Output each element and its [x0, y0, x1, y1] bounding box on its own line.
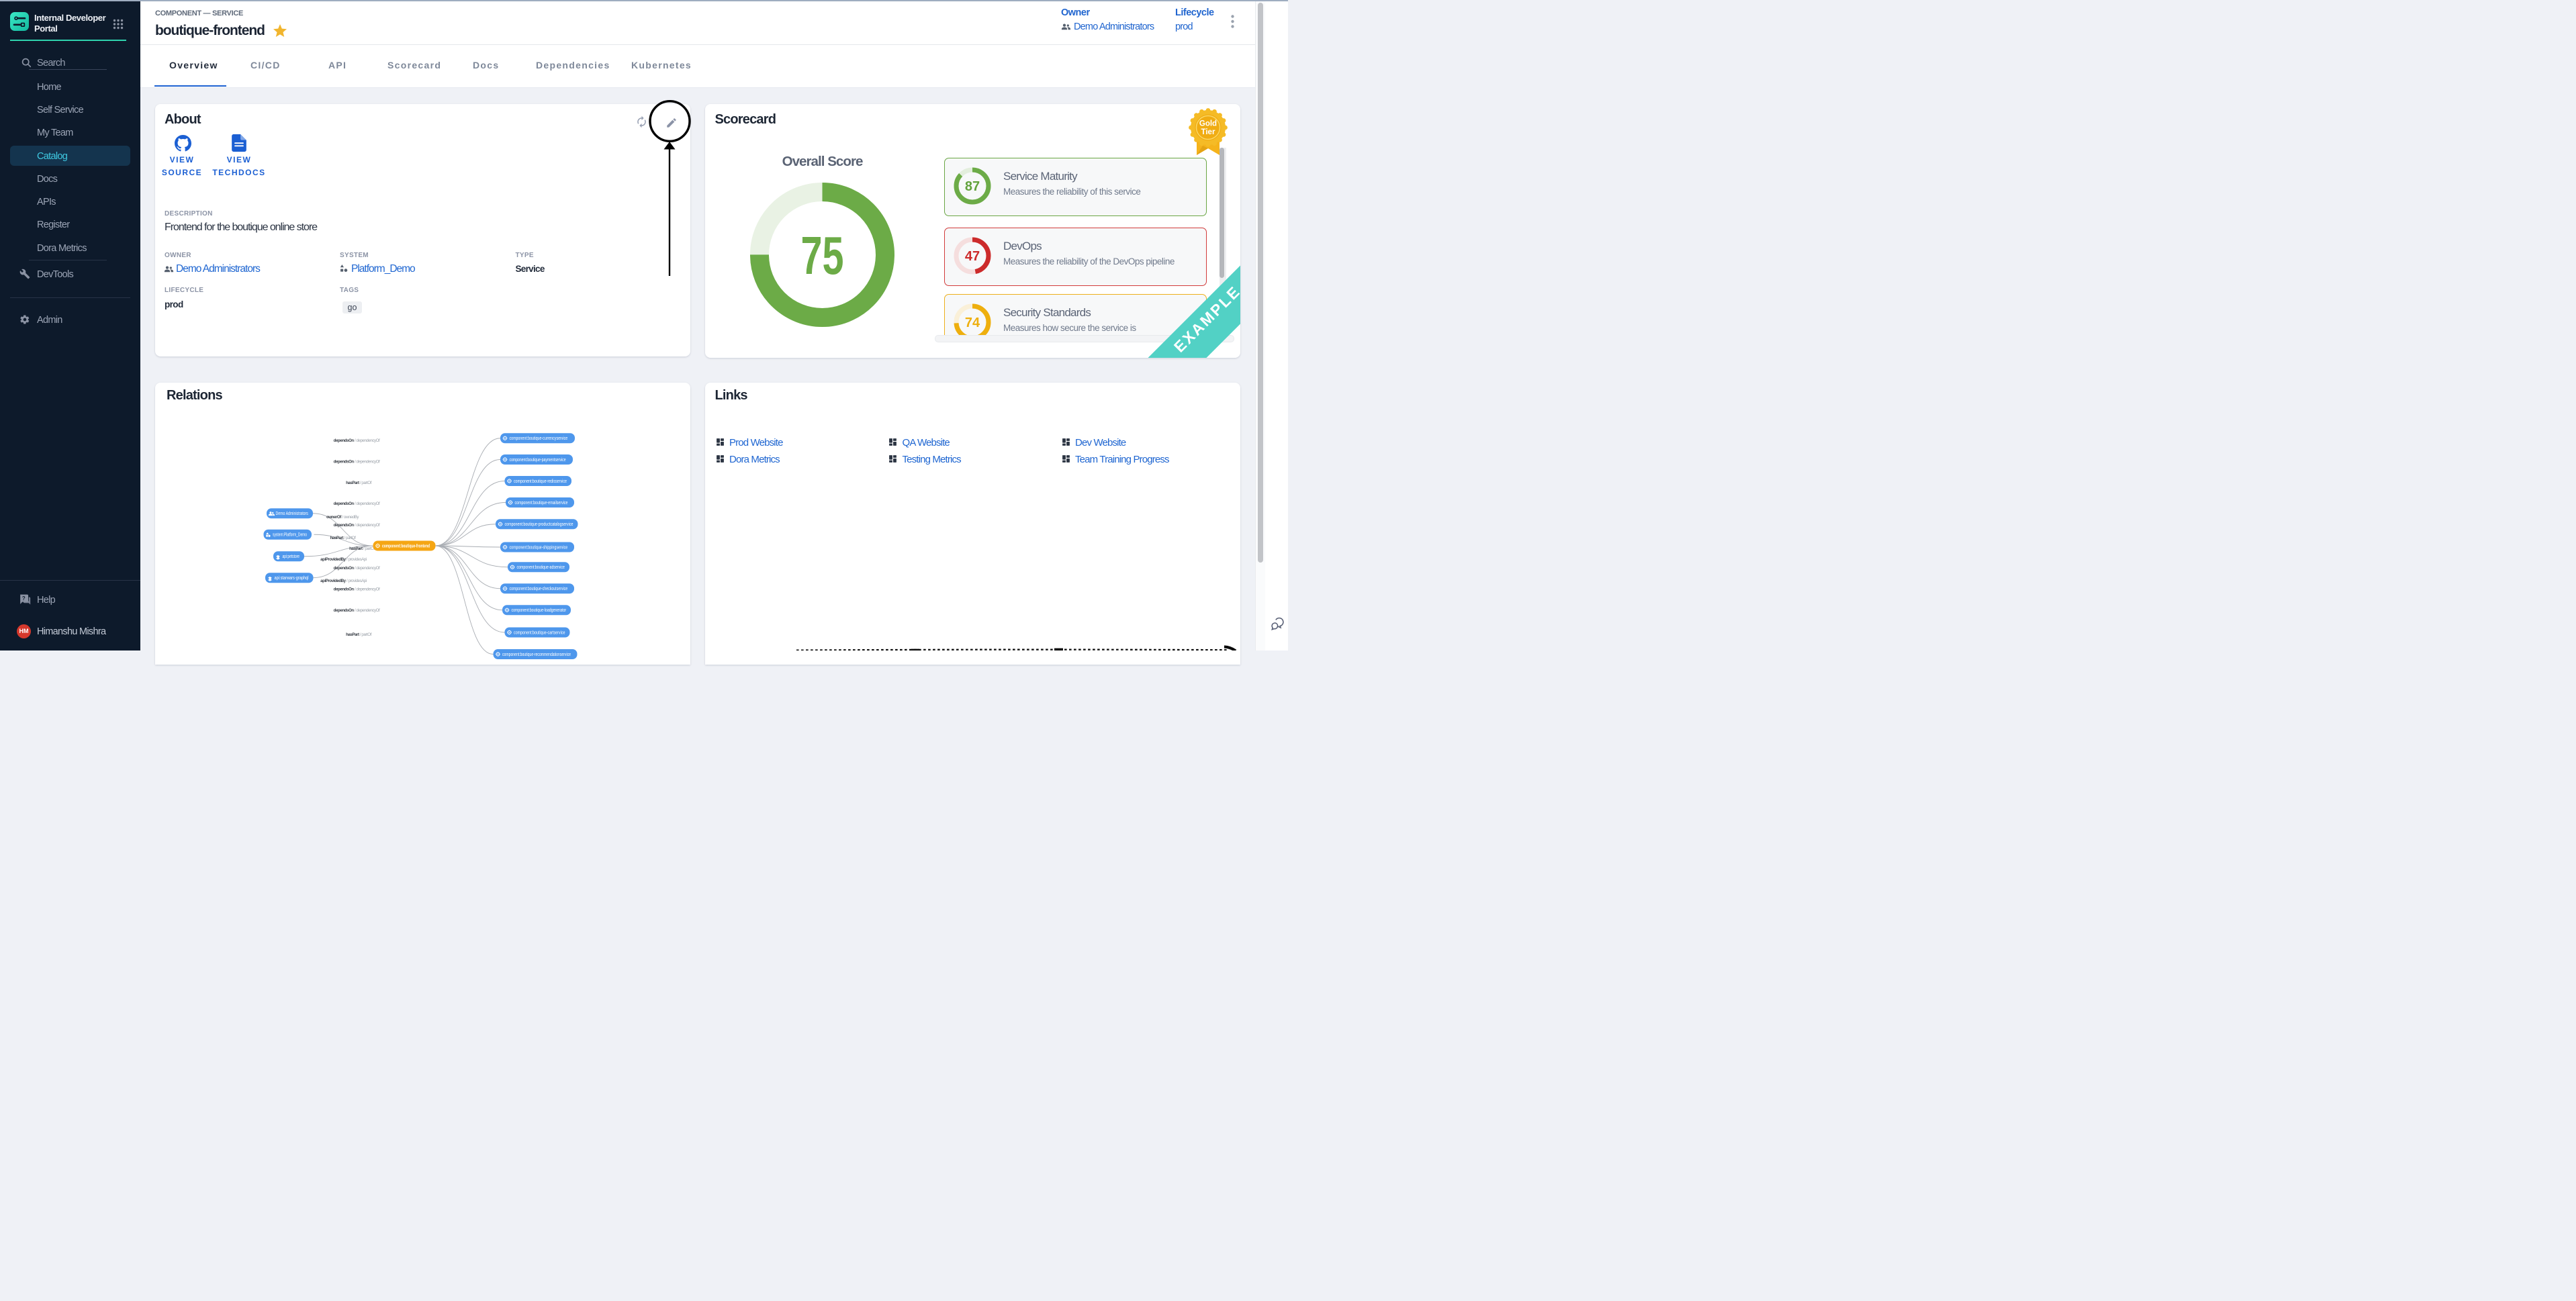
svg-text:hasPart / partOf: hasPart / partOf	[346, 632, 372, 637]
svg-text:component:boutique-paymentserv: component:boutique-paymentservice	[510, 458, 566, 463]
svg-text:component:boutique-cartservice: component:boutique-cartservice	[514, 630, 565, 635]
svg-text:dependsOn / dependencyOf: dependsOn / dependencyOf	[334, 438, 380, 443]
svg-text:dependsOn / dependencyOf: dependsOn / dependencyOf	[334, 566, 380, 571]
svg-text:dependsOn / dependencyOf: dependsOn / dependencyOf	[334, 501, 380, 506]
svg-text:apiProvidedBy / providesApi: apiProvidedBy / providesApi	[320, 579, 367, 583]
svg-text:system:Platform_Demo: system:Platform_Demo	[273, 533, 307, 538]
svg-text:dependsOn / dependencyOf: dependsOn / dependencyOf	[334, 523, 380, 528]
svg-text:dependsOn / dependencyOf: dependsOn / dependencyOf	[334, 608, 380, 613]
svg-text:component:boutique-adservice: component:boutique-adservice	[517, 565, 565, 570]
svg-text:Tier: Tier	[1201, 128, 1215, 136]
svg-text:dependsOn / dependencyOf: dependsOn / dependencyOf	[334, 460, 380, 465]
svg-text:component:boutique-loadgenerat: component:boutique-loadgenerator	[512, 608, 567, 613]
svg-text:component:boutique-emailservic: component:boutique-emailservice	[515, 501, 568, 505]
svg-text:Demo Administrators: Demo Administrators	[276, 512, 309, 516]
svg-text:hasPart / partOf: hasPart / partOf	[349, 546, 375, 551]
svg-text:ownerOf / ownedBy: ownerOf / ownedBy	[326, 515, 359, 520]
svg-text:component:boutique-checkoutser: component:boutique-checkoutservice	[510, 587, 568, 591]
svg-text:Gold: Gold	[1199, 120, 1217, 128]
svg-text:?: ?	[22, 595, 26, 601]
svg-text:hasPart / partOf: hasPart / partOf	[346, 481, 372, 485]
svg-text:component:boutique-recommendat: component:boutique-recommendationservice	[502, 653, 571, 657]
svg-text:api:petstore: api:petstore	[283, 555, 300, 559]
svg-text:component:boutique-redisservic: component:boutique-redisservice	[514, 479, 567, 484]
svg-text:component:boutique-shippingser: component:boutique-shippingservice	[510, 545, 568, 550]
svg-text:component:boutique-productcata: component:boutique-productcatalogservice	[505, 522, 573, 527]
svg-text:component:boutique-frontend: component:boutique-frontend	[382, 544, 430, 548]
svg-text:apiProvidedBy / providesApi: apiProvidedBy / providesApi	[320, 557, 367, 562]
svg-text:dependsOn / dependencyOf: dependsOn / dependencyOf	[334, 587, 380, 592]
svg-text:component:boutique-currencyser: component:boutique-currencyservice	[510, 436, 568, 441]
svg-text:api:starwars-graphql: api:starwars-graphql	[275, 576, 309, 581]
svg-text:hasPart / partOf: hasPart / partOf	[330, 536, 357, 540]
